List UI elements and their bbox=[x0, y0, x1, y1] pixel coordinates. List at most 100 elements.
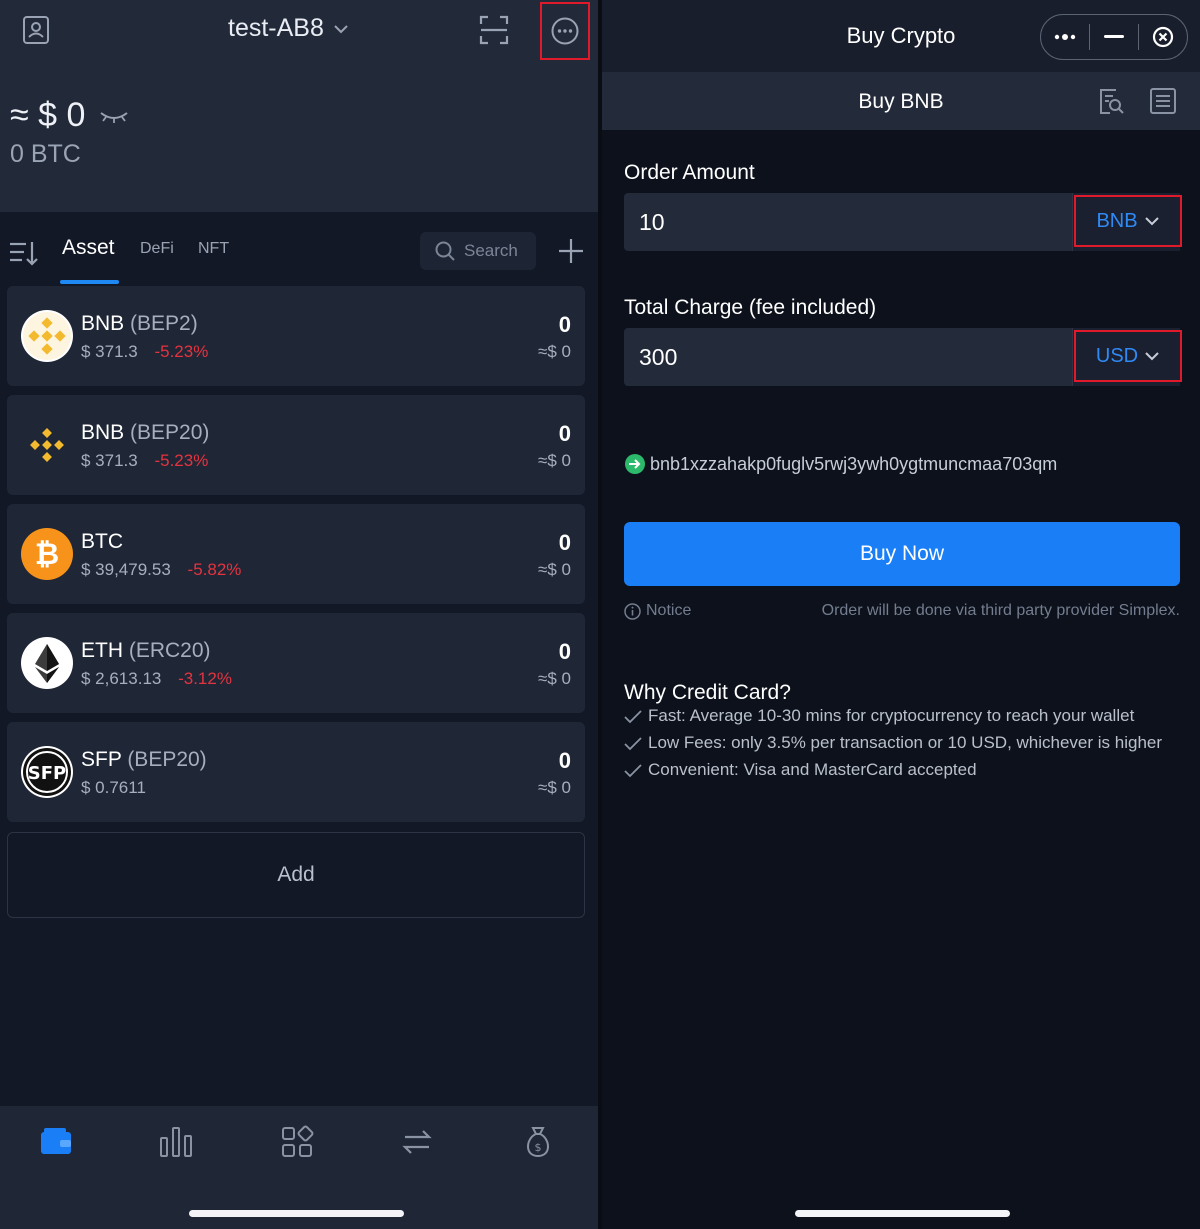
apps-grid-icon[interactable] bbox=[279, 1124, 315, 1160]
scan-icon[interactable] bbox=[478, 14, 510, 46]
order-search-icon[interactable] bbox=[1096, 86, 1126, 116]
why-credit-card-list: Fast: Average 10-30 mins for cryptocurre… bbox=[624, 706, 1184, 787]
sfp-icon: SFP bbox=[21, 746, 73, 798]
total-charge-field: USD bbox=[624, 328, 1182, 386]
tab-defi[interactable]: DeFi bbox=[140, 240, 174, 258]
receive-address: bnb1xzzahakp0fuglv5rwj3ywh0ygtmuncmaa703… bbox=[650, 453, 1058, 474]
total-charge-input[interactable] bbox=[624, 328, 1072, 386]
why-credit-card-title: Why Credit Card? bbox=[624, 681, 791, 704]
bnb-icon bbox=[21, 419, 73, 471]
asset-price-row: $ 2,613.13 -3.12% bbox=[81, 669, 232, 689]
asset-row-bnb-bep2[interactable]: BNB (BEP2) $ 371.3 -5.23% 0 ≈$ 0 bbox=[7, 286, 585, 386]
asset-symbol: SFP bbox=[81, 748, 122, 771]
total-charge-unit-selector[interactable]: USD bbox=[1074, 330, 1182, 382]
tab-nft[interactable]: NFT bbox=[198, 240, 229, 258]
list-item: Low Fees: only 3.5% per transaction or 1… bbox=[624, 733, 1184, 753]
asset-fiat-value: ≈$ 0 bbox=[538, 451, 571, 470]
total-charge-label: Total Charge (fee included) bbox=[624, 296, 877, 319]
swap-icon[interactable] bbox=[399, 1124, 435, 1160]
asset-row-sfp[interactable]: SFP SFP (BEP20) $ 0.7611 0 ≈$ 0 bbox=[7, 722, 585, 822]
asset-quantity: 0 bbox=[558, 639, 571, 664]
asset-change: -5.23% bbox=[154, 451, 209, 470]
more-dots-icon bbox=[1054, 34, 1076, 40]
chevron-down-icon bbox=[334, 24, 348, 33]
info-icon bbox=[624, 602, 641, 620]
benefit-text: Fast: Average 10-30 mins for cryptocurre… bbox=[648, 706, 1135, 725]
buy-crypto-screen: Buy Crypto Buy BNB Order Amount 10 BNB T… bbox=[602, 0, 1200, 1229]
asset-fiat-value: ≈$ 0 bbox=[538, 669, 571, 688]
asset-quantity: 0 bbox=[558, 312, 571, 337]
wallet-screen: test-AB8 ≈ $ 0 0 BTC Asset DeFi NFT Sear… bbox=[0, 0, 598, 1229]
asset-change: -5.23% bbox=[154, 342, 209, 361]
asset-name: BNB (BEP2) bbox=[81, 312, 198, 336]
asset-fiat-value: ≈$ 0 bbox=[538, 560, 571, 579]
search-icon bbox=[435, 241, 455, 261]
btc-icon: ₿ bbox=[21, 528, 73, 580]
asset-chain: (BEP2) bbox=[130, 312, 198, 335]
search-placeholder: Search bbox=[464, 241, 518, 260]
asset-name: SFP (BEP20) bbox=[81, 748, 207, 772]
list-item: Fast: Average 10-30 mins for cryptocurre… bbox=[624, 706, 1184, 726]
chevron-down-icon bbox=[1145, 352, 1159, 361]
tab-asset[interactable]: Asset bbox=[62, 236, 115, 260]
balance-value: ≈ $ 0 bbox=[10, 96, 86, 134]
order-list-icon[interactable] bbox=[1148, 86, 1178, 116]
notice-label-group: Notice bbox=[624, 602, 691, 620]
hide-balance-eye-icon[interactable] bbox=[99, 106, 129, 126]
order-amount-unit: BNB bbox=[1096, 209, 1138, 232]
capsule-more-button[interactable] bbox=[1041, 14, 1089, 60]
asset-tabs: Asset DeFi NFT Search bbox=[0, 224, 598, 284]
asset-fiat-value: ≈$ 0 bbox=[538, 342, 571, 361]
order-amount-field: BNB bbox=[624, 193, 1182, 251]
benefit-text: Low Fees: only 3.5% per transaction or 1… bbox=[648, 733, 1163, 752]
list-item: Convenient: Visa and MasterCard accepted bbox=[624, 760, 1184, 780]
order-amount-input[interactable] bbox=[624, 193, 1072, 251]
asset-row-eth[interactable]: ETH (ERC20) $ 2,613.13 -3.12% 0 ≈$ 0 bbox=[7, 613, 585, 713]
wallet-header: test-AB8 ≈ $ 0 0 BTC bbox=[0, 0, 598, 212]
notice-text: Order will be done via third party provi… bbox=[821, 602, 1180, 619]
btc-balance: 0 BTC bbox=[10, 140, 81, 168]
total-balance: ≈ $ 0 bbox=[10, 96, 129, 135]
asset-symbol: BNB bbox=[81, 312, 125, 335]
benefit-text: Convenient: Visa and MasterCard accepted bbox=[648, 760, 977, 779]
asset-price: $ 371.3 bbox=[81, 342, 138, 361]
home-indicator bbox=[189, 1210, 404, 1217]
more-dots-icon bbox=[551, 17, 579, 45]
wallet-icon[interactable] bbox=[38, 1124, 74, 1160]
profile-card-icon[interactable] bbox=[20, 14, 52, 46]
close-circle-icon bbox=[1152, 26, 1174, 48]
capsule-minimize-button[interactable] bbox=[1090, 14, 1138, 60]
buy-now-button[interactable]: Buy Now bbox=[624, 522, 1180, 586]
asset-chain: (BEP20) bbox=[127, 748, 207, 771]
asset-symbol: BNB bbox=[81, 421, 125, 444]
minimize-icon bbox=[1104, 35, 1124, 38]
asset-price: $ 2,613.13 bbox=[81, 669, 162, 688]
sort-icon[interactable] bbox=[8, 238, 40, 268]
asset-row-bnb-bep20[interactable]: BNB (BEP20) $ 371.3 -5.23% 0 ≈$ 0 bbox=[7, 395, 585, 495]
asset-price: $ 39,479.53 bbox=[81, 560, 171, 579]
asset-change: -5.82% bbox=[187, 560, 242, 579]
asset-price-row: $ 371.3 -5.23% bbox=[81, 342, 208, 362]
market-chart-icon[interactable] bbox=[158, 1124, 194, 1160]
sub-header: Buy BNB bbox=[602, 72, 1200, 130]
asset-chain: (ERC20) bbox=[128, 639, 211, 662]
asset-fiat-value: ≈$ 0 bbox=[538, 778, 571, 797]
capsule-close-button[interactable] bbox=[1139, 14, 1187, 60]
add-asset-plus-icon[interactable] bbox=[556, 236, 586, 266]
checkmark-icon bbox=[624, 710, 642, 724]
add-asset-button[interactable]: Add bbox=[7, 832, 585, 918]
asset-quantity: 0 bbox=[558, 421, 571, 446]
order-amount-unit-selector[interactable]: BNB bbox=[1074, 195, 1182, 247]
asset-name: BNB (BEP20) bbox=[81, 421, 209, 445]
more-options-button[interactable] bbox=[540, 2, 590, 60]
earn-moneybag-icon[interactable]: $ bbox=[520, 1124, 556, 1160]
receive-address-row: bnb1xzzahakp0fuglv5rwj3ywh0ygtmuncmaa703… bbox=[624, 453, 1057, 475]
search-input[interactable]: Search bbox=[420, 232, 536, 270]
wallet-selector[interactable]: test-AB8 bbox=[228, 14, 350, 43]
asset-change: -3.12% bbox=[178, 669, 232, 688]
asset-name: ETH (ERC20) bbox=[81, 639, 211, 663]
svg-text:SFP: SFP bbox=[28, 763, 66, 784]
asset-row-btc[interactable]: ₿ BTC $ 39,479.53 -5.82% 0 ≈$ 0 bbox=[7, 504, 585, 604]
asset-price: $ 0.7611 bbox=[81, 778, 146, 797]
receive-arrow-icon bbox=[625, 454, 645, 474]
